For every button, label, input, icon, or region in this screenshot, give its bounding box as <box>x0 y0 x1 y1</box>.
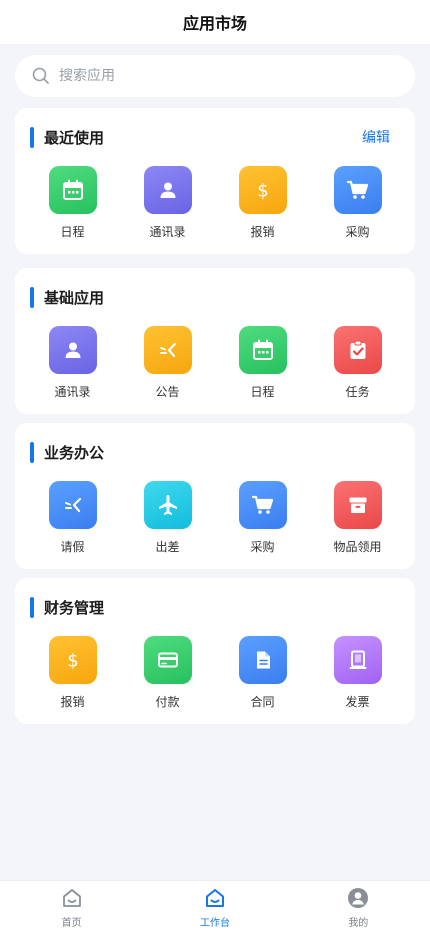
app-procurement[interactable]: 采购 <box>215 481 310 555</box>
app-label: 通讯录 <box>54 385 91 399</box>
search-input[interactable] <box>59 68 359 84</box>
section-title: 基础应用 <box>44 288 105 307</box>
bottom-tab-bar: 首页 工作台 我的 <box>0 880 430 932</box>
cart-icon <box>238 481 287 529</box>
tab-profile[interactable]: 我的 <box>287 881 430 932</box>
leave-icon <box>48 481 97 529</box>
dollar-icon: $ <box>238 166 287 214</box>
app-procurement[interactable]: 采购 <box>310 166 405 240</box>
calendar-icon <box>238 326 287 374</box>
announcement-icon <box>143 326 192 374</box>
tab-label: 我的 <box>348 918 369 929</box>
section-title: 财务管理 <box>44 598 105 617</box>
document-icon <box>238 636 287 684</box>
top-bar: 应用市场 <box>0 0 430 44</box>
app-reimbursement[interactable]: $ 报销 <box>215 166 310 240</box>
app-label: 采购 <box>345 225 370 239</box>
app-label: 出差 <box>155 540 180 554</box>
tab-label: 首页 <box>61 918 82 929</box>
credit-card-icon <box>143 636 192 684</box>
tab-home[interactable]: 首页 <box>0 881 143 932</box>
tab-label: 工作台 <box>199 918 230 929</box>
edit-button[interactable]: 编辑 <box>362 127 390 147</box>
section-title: 业务办公 <box>44 443 105 462</box>
search-icon <box>32 67 50 85</box>
app-contacts[interactable]: 通讯录 <box>120 166 215 240</box>
app-grid: $ 报销 付款 合同 发票 <box>15 636 415 710</box>
svg-text:$: $ <box>257 181 268 202</box>
invoice-icon <box>333 636 382 684</box>
app-calendar[interactable]: 日程 <box>215 326 310 400</box>
search-bar[interactable] <box>15 55 415 97</box>
app-announcement[interactable]: 公告 <box>120 326 215 400</box>
app-grid: 日程 通讯录 $ 报销 采购 <box>15 166 415 240</box>
section-accent-bar <box>30 441 34 463</box>
section-accent-bar <box>30 126 34 148</box>
section-header: 业务办公 <box>15 441 415 463</box>
app-label: 公告 <box>155 385 180 399</box>
section-header: 基础应用 <box>15 286 415 308</box>
contact-icon <box>48 326 97 374</box>
section-header: 财务管理 <box>15 596 415 618</box>
profile-icon <box>347 887 369 909</box>
app-invoice[interactable]: 发票 <box>310 636 405 710</box>
dollar-icon: $ <box>48 636 97 684</box>
page-title: 应用市场 <box>182 14 247 33</box>
app-calendar[interactable]: 日程 <box>25 166 120 240</box>
archive-box-icon <box>333 481 382 529</box>
app-market-page: 应用市场 最近使用 编辑 日程 通讯录 <box>0 0 430 932</box>
workbench-icon <box>204 887 226 909</box>
app-reimbursement[interactable]: $ 报销 <box>25 636 120 710</box>
cart-icon <box>333 166 382 214</box>
section-accent-bar <box>30 596 34 618</box>
app-label: 报销 <box>250 225 275 239</box>
section-title: 最近使用 <box>44 128 105 147</box>
app-label: 采购 <box>250 540 275 554</box>
calendar-icon <box>48 166 97 214</box>
app-label: 物品领用 <box>333 540 382 554</box>
section-business: 业务办公 请假 出差 采购 物品领用 <box>15 423 415 569</box>
section-recent: 最近使用 编辑 日程 通讯录 $ 报销 采购 <box>15 108 415 254</box>
app-grid: 请假 出差 采购 物品领用 <box>15 481 415 555</box>
app-tasks[interactable]: 任务 <box>310 326 405 400</box>
app-label: 报销 <box>60 695 85 709</box>
airplane-icon <box>143 481 192 529</box>
clipboard-check-icon <box>333 326 382 374</box>
app-business-trip[interactable]: 出差 <box>120 481 215 555</box>
home-icon <box>61 887 83 909</box>
section-accent-bar <box>30 286 34 308</box>
app-label: 付款 <box>155 695 180 709</box>
app-payment[interactable]: 付款 <box>120 636 215 710</box>
svg-text:$: $ <box>67 651 78 672</box>
contact-icon <box>143 166 192 214</box>
app-item-requisition[interactable]: 物品领用 <box>310 481 405 555</box>
app-leave[interactable]: 请假 <box>25 481 120 555</box>
app-label: 合同 <box>250 695 275 709</box>
app-contract[interactable]: 合同 <box>215 636 310 710</box>
app-label: 任务 <box>345 385 370 399</box>
app-label: 日程 <box>60 225 85 239</box>
app-label: 发票 <box>345 695 370 709</box>
app-grid: 通讯录 公告 日程 任务 <box>15 326 415 400</box>
section-basic: 基础应用 通讯录 公告 日程 任务 <box>15 268 415 414</box>
app-label: 请假 <box>60 540 85 554</box>
app-contacts[interactable]: 通讯录 <box>25 326 120 400</box>
app-label: 日程 <box>250 385 275 399</box>
section-finance: 财务管理 $ 报销 付款 合同 发票 <box>15 578 415 724</box>
section-header: 最近使用 编辑 <box>15 126 415 148</box>
tab-workbench[interactable]: 工作台 <box>143 881 286 932</box>
app-label: 通讯录 <box>149 225 186 239</box>
